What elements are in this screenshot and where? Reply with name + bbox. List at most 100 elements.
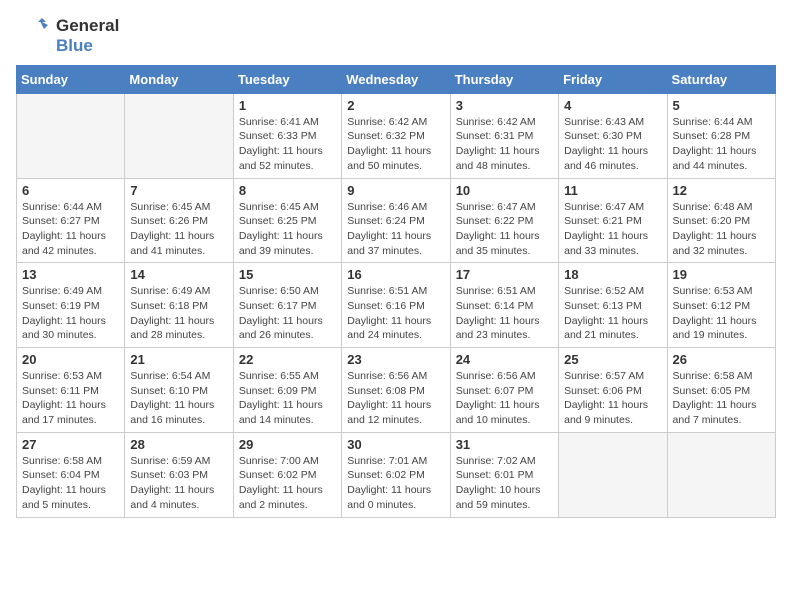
day-info: Sunrise: 6:49 AM Sunset: 6:18 PM Dayligh…	[130, 284, 227, 343]
calendar-cell: 5 Sunrise: 6:44 AM Sunset: 6:28 PM Daylig…	[667, 93, 775, 178]
day-info: Sunrise: 6:58 AM Sunset: 6:04 PM Dayligh…	[22, 454, 119, 513]
calendar-cell: 27 Sunrise: 6:58 AM Sunset: 6:04 PM Dayli…	[17, 432, 125, 517]
day-header-saturday: Saturday	[667, 65, 775, 93]
day-header-wednesday: Wednesday	[342, 65, 450, 93]
logo-blue: Blue	[56, 36, 119, 56]
page-header: GeneralBlue	[16, 16, 776, 57]
calendar-cell: 20 Sunrise: 6:53 AM Sunset: 6:11 PM Dayli…	[17, 348, 125, 433]
day-number: 17	[456, 267, 553, 282]
day-info: Sunrise: 6:45 AM Sunset: 6:25 PM Dayligh…	[239, 200, 336, 259]
calendar-cell: 18 Sunrise: 6:52 AM Sunset: 6:13 PM Dayli…	[559, 263, 667, 348]
calendar-cell: 15 Sunrise: 6:50 AM Sunset: 6:17 PM Dayli…	[233, 263, 341, 348]
calendar-cell: 3 Sunrise: 6:42 AM Sunset: 6:31 PM Daylig…	[450, 93, 558, 178]
calendar-cell: 9 Sunrise: 6:46 AM Sunset: 6:24 PM Daylig…	[342, 178, 450, 263]
calendar-cell: 31 Sunrise: 7:02 AM Sunset: 6:01 PM Dayli…	[450, 432, 558, 517]
calendar-cell: 26 Sunrise: 6:58 AM Sunset: 6:05 PM Dayli…	[667, 348, 775, 433]
calendar-cell: 8 Sunrise: 6:45 AM Sunset: 6:25 PM Daylig…	[233, 178, 341, 263]
calendar-week-5: 27 Sunrise: 6:58 AM Sunset: 6:04 PM Dayli…	[17, 432, 776, 517]
day-header-friday: Friday	[559, 65, 667, 93]
day-number: 20	[22, 352, 119, 367]
day-number: 4	[564, 98, 661, 113]
day-number: 1	[239, 98, 336, 113]
day-number: 19	[673, 267, 770, 282]
day-number: 8	[239, 183, 336, 198]
calendar-cell: 11 Sunrise: 6:47 AM Sunset: 6:21 PM Dayli…	[559, 178, 667, 263]
day-header-thursday: Thursday	[450, 65, 558, 93]
calendar-cell: 22 Sunrise: 6:55 AM Sunset: 6:09 PM Dayli…	[233, 348, 341, 433]
day-info: Sunrise: 6:47 AM Sunset: 6:21 PM Dayligh…	[564, 200, 661, 259]
calendar-week-2: 6 Sunrise: 6:44 AM Sunset: 6:27 PM Daylig…	[17, 178, 776, 263]
day-info: Sunrise: 6:47 AM Sunset: 6:22 PM Dayligh…	[456, 200, 553, 259]
calendar-cell: 7Sunrise: 6:45 AM Sunset: 6:26 PM Daylig…	[125, 178, 233, 263]
day-number: 12	[673, 183, 770, 198]
day-number: 27	[22, 437, 119, 452]
day-number: 10	[456, 183, 553, 198]
day-info: Sunrise: 6:55 AM Sunset: 6:09 PM Dayligh…	[239, 369, 336, 428]
day-number: 18	[564, 267, 661, 282]
day-number: 22	[239, 352, 336, 367]
calendar-cell: 10 Sunrise: 6:47 AM Sunset: 6:22 PM Dayli…	[450, 178, 558, 263]
day-header-monday: Monday	[125, 65, 233, 93]
header-row: SundayMondayTuesdayWednesdayThursdayFrid…	[17, 65, 776, 93]
day-info: Sunrise: 6:44 AM Sunset: 6:28 PM Dayligh…	[673, 115, 770, 174]
day-number: 5	[673, 98, 770, 113]
calendar-cell: 30 Sunrise: 7:01 AM Sunset: 6:02 PM Dayli…	[342, 432, 450, 517]
calendar-cell: 14Sunrise: 6:49 AM Sunset: 6:18 PM Dayli…	[125, 263, 233, 348]
calendar-cell: 28Sunrise: 6:59 AM Sunset: 6:03 PM Dayli…	[125, 432, 233, 517]
calendar-week-1: 1 Sunrise: 6:41 AM Sunset: 6:33 PM Daylig…	[17, 93, 776, 178]
day-number: 9	[347, 183, 444, 198]
day-number: 16	[347, 267, 444, 282]
day-header-tuesday: Tuesday	[233, 65, 341, 93]
day-number: 24	[456, 352, 553, 367]
day-info: Sunrise: 6:53 AM Sunset: 6:11 PM Dayligh…	[22, 369, 119, 428]
day-number: 26	[673, 352, 770, 367]
day-info: Sunrise: 6:50 AM Sunset: 6:17 PM Dayligh…	[239, 284, 336, 343]
calendar-cell	[17, 93, 125, 178]
day-number: 25	[564, 352, 661, 367]
day-info: Sunrise: 6:46 AM Sunset: 6:24 PM Dayligh…	[347, 200, 444, 259]
day-info: Sunrise: 6:56 AM Sunset: 6:08 PM Dayligh…	[347, 369, 444, 428]
calendar-cell: 6 Sunrise: 6:44 AM Sunset: 6:27 PM Daylig…	[17, 178, 125, 263]
day-info: Sunrise: 6:42 AM Sunset: 6:31 PM Dayligh…	[456, 115, 553, 174]
day-number: 21	[130, 352, 227, 367]
day-number: 23	[347, 352, 444, 367]
calendar-cell: 13 Sunrise: 6:49 AM Sunset: 6:19 PM Dayli…	[17, 263, 125, 348]
calendar-cell: 25Sunrise: 6:57 AM Sunset: 6:06 PM Dayli…	[559, 348, 667, 433]
calendar-table: SundayMondayTuesdayWednesdayThursdayFrid…	[16, 65, 776, 518]
day-info: Sunrise: 6:51 AM Sunset: 6:16 PM Dayligh…	[347, 284, 444, 343]
day-info: Sunrise: 6:51 AM Sunset: 6:14 PM Dayligh…	[456, 284, 553, 343]
day-info: Sunrise: 7:01 AM Sunset: 6:02 PM Dayligh…	[347, 454, 444, 513]
calendar-cell: 4 Sunrise: 6:43 AM Sunset: 6:30 PM Daylig…	[559, 93, 667, 178]
day-header-sunday: Sunday	[17, 65, 125, 93]
day-info: Sunrise: 6:49 AM Sunset: 6:19 PM Dayligh…	[22, 284, 119, 343]
day-info: Sunrise: 6:56 AM Sunset: 6:07 PM Dayligh…	[456, 369, 553, 428]
day-number: 29	[239, 437, 336, 452]
calendar-cell: 1 Sunrise: 6:41 AM Sunset: 6:33 PM Daylig…	[233, 93, 341, 178]
day-number: 13	[22, 267, 119, 282]
day-info: Sunrise: 6:48 AM Sunset: 6:20 PM Dayligh…	[673, 200, 770, 259]
day-info: Sunrise: 7:00 AM Sunset: 6:02 PM Dayligh…	[239, 454, 336, 513]
day-info: Sunrise: 7:02 AM Sunset: 6:01 PM Dayligh…	[456, 454, 553, 513]
day-number: 11	[564, 183, 661, 198]
day-number: 28	[130, 437, 227, 452]
day-info: Sunrise: 6:52 AM Sunset: 6:13 PM Dayligh…	[564, 284, 661, 343]
logo-general: General	[56, 16, 119, 36]
day-number: 3	[456, 98, 553, 113]
day-number: 30	[347, 437, 444, 452]
day-number: 2	[347, 98, 444, 113]
day-number: 6	[22, 183, 119, 198]
calendar-cell: 21Sunrise: 6:54 AM Sunset: 6:10 PM Dayli…	[125, 348, 233, 433]
day-info: Sunrise: 6:43 AM Sunset: 6:30 PM Dayligh…	[564, 115, 661, 174]
day-info: Sunrise: 6:44 AM Sunset: 6:27 PM Dayligh…	[22, 200, 119, 259]
logo-icon	[16, 18, 52, 54]
calendar-week-3: 13 Sunrise: 6:49 AM Sunset: 6:19 PM Dayli…	[17, 263, 776, 348]
calendar-cell: 19Sunrise: 6:53 AM Sunset: 6:12 PM Dayli…	[667, 263, 775, 348]
calendar-cell	[559, 432, 667, 517]
day-info: Sunrise: 6:42 AM Sunset: 6:32 PM Dayligh…	[347, 115, 444, 174]
calendar-cell: 17 Sunrise: 6:51 AM Sunset: 6:14 PM Dayli…	[450, 263, 558, 348]
day-number: 15	[239, 267, 336, 282]
logo: GeneralBlue	[16, 16, 119, 57]
day-info: Sunrise: 6:41 AM Sunset: 6:33 PM Dayligh…	[239, 115, 336, 174]
day-number: 31	[456, 437, 553, 452]
day-info: Sunrise: 6:58 AM Sunset: 6:05 PM Dayligh…	[673, 369, 770, 428]
